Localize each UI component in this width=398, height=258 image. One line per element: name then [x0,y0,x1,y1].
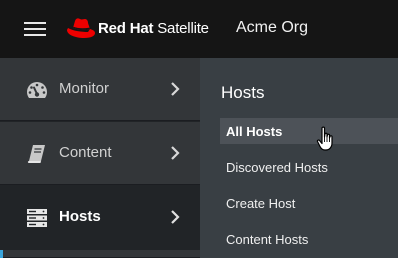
hosts-flyout-menu: Hosts All Hosts Discovered Hosts Create … [200,58,398,258]
server-stack-icon [27,209,47,227]
menu-item-discovered-hosts[interactable]: Discovered Hosts [220,154,398,180]
nav-item-label: Content [59,144,112,161]
menu-item-content-hosts[interactable]: Content Hosts [220,226,398,252]
chevron-right-icon [171,146,180,160]
brand-name-bold: Red Hat [98,20,154,37]
nav-item-monitor[interactable]: Monitor [0,58,200,121]
organization-selector[interactable]: Acme Org [236,19,308,37]
menu-item-label: All Hosts [226,124,283,139]
nav-item-label: Hosts [59,208,101,225]
menu-item-create-host[interactable]: Create Host [220,190,398,216]
nav-active-accent [0,250,3,258]
menu-item-label: Discovered Hosts [226,160,328,175]
hamburger-icon[interactable] [24,21,48,37]
hand-pointer-cursor-icon [316,126,333,151]
menu-item-label: Content Hosts [226,232,309,247]
menu-item-all-hosts[interactable]: All Hosts [220,118,398,144]
nav-item-hosts[interactable]: Hosts [0,186,200,250]
chevron-right-icon [171,82,180,96]
top-header: Red Hat Satellite Acme Org [0,0,398,58]
menu-item-label: Create Host [226,196,296,211]
nav-item-label: Monitor [59,80,110,97]
book-icon [27,145,45,163]
flyout-title: Hosts [221,83,265,102]
chevron-right-icon [171,210,180,224]
dashboard-gauge-icon [27,82,47,98]
nav-item-content[interactable]: Content [0,122,200,185]
brand-name-product: Satellite [153,20,209,37]
red-hat-fedora-icon [67,18,95,38]
nav-item-next[interactable] [0,250,200,258]
vertical-nav: Monitor Content Hosts [0,58,200,258]
